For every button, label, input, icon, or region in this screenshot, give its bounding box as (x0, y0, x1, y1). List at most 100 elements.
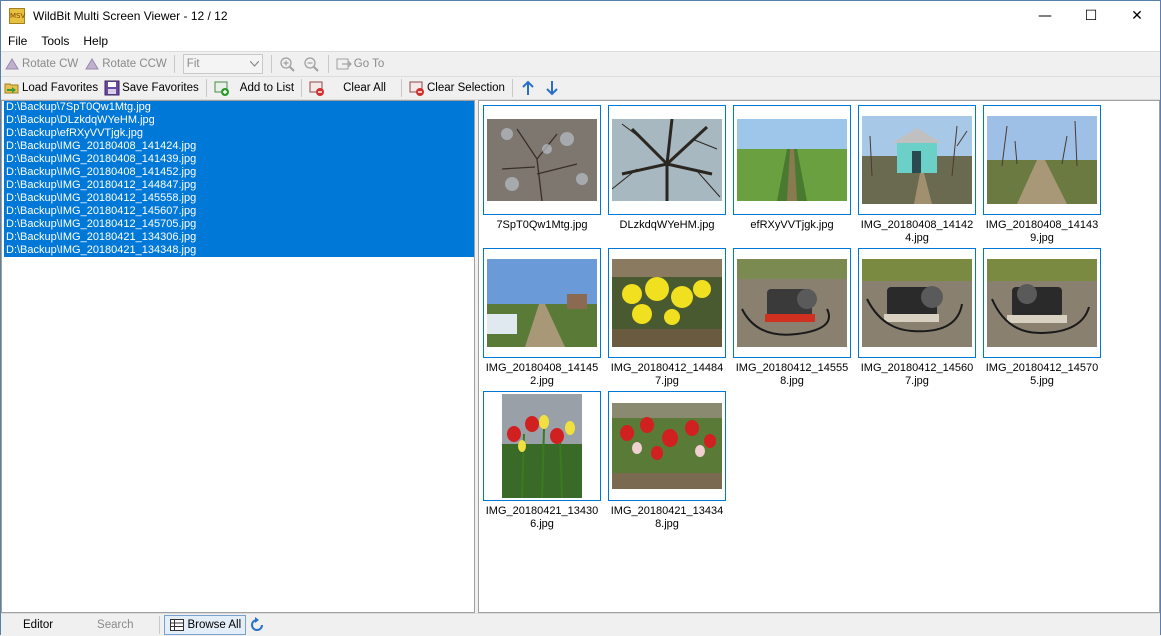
thumbnail-label: IMG_20180412_145705.jpg (985, 362, 1099, 387)
thumbnail-image[interactable] (733, 105, 851, 215)
thumbnail-label: IMG_20180408_141452.jpg (485, 362, 599, 387)
menu-tools[interactable]: Tools (34, 34, 76, 48)
move-down-button[interactable] (541, 77, 565, 99)
thumbnail-item[interactable]: efRXyVVTjgk.jpg (733, 105, 851, 232)
toolbar-separator (159, 615, 161, 634)
app-window: MSV WildBit Multi Screen Viewer - 12 / 1… (0, 0, 1161, 635)
thumbnail-item[interactable]: IMG_20180412_145558.jpg (733, 248, 851, 388)
rotate-ccw-button[interactable]: Rotate CCW (81, 53, 170, 75)
tree-branches-photo (612, 119, 722, 201)
dirt-road-photo (487, 259, 597, 347)
go-to-button[interactable]: Go To (333, 53, 387, 75)
thumbnail-label: efRXyVVTjgk.jpg (750, 219, 834, 231)
list-item[interactable]: D:\Backup\IMG_20180412_145607.jpg (4, 205, 474, 218)
thumbnail-image[interactable] (858, 105, 976, 215)
zoom-out-button[interactable] (300, 53, 324, 75)
thumbnail-label: IMG_20180412_145607.jpg (860, 362, 974, 387)
thumbnail-label: IMG_20180408_141439.jpg (985, 219, 1099, 244)
zoom-in-button[interactable] (276, 53, 300, 75)
thumbnail-image[interactable] (983, 248, 1101, 358)
thumbnail-item[interactable]: IMG_20180412_144847.jpg (608, 248, 726, 388)
tab-search[interactable]: Search (75, 615, 155, 635)
list-item[interactable]: D:\Backup\IMG_20180421_134348.jpg (4, 244, 474, 257)
thumbnail-image[interactable] (483, 248, 601, 358)
file-list-pane[interactable]: D:\Backup\7SpT0Qw1Mtg.jpg D:\Backup\DLzk… (1, 100, 475, 613)
thumbnail-item[interactable]: IMG_20180412_145705.jpg (983, 248, 1101, 388)
thumbnail-item[interactable]: IMG_20180412_145607.jpg (858, 248, 976, 388)
toolbar-separator (173, 55, 175, 73)
app-logo-icon: MSV (9, 8, 25, 24)
list-item[interactable]: D:\Backup\IMG_20180408_141424.jpg (4, 140, 474, 153)
add-to-list-label: Add to List (239, 82, 295, 94)
clear-all-button[interactable]: Clear All (306, 77, 389, 99)
rotate-cw-button[interactable]: Rotate CW (1, 53, 81, 75)
thumbnail-item[interactable]: DLzkdqWYeHM.jpg (608, 105, 726, 232)
thumbnail-label: DLzkdqWYeHM.jpg (619, 219, 715, 231)
minimize-icon: — (1038, 8, 1052, 24)
list-item[interactable]: D:\Backup\DLzkdqWYeHM.jpg (4, 114, 474, 127)
yellow-flowers-photo (612, 259, 722, 347)
move-up-button[interactable] (517, 77, 541, 99)
thumbnail-image[interactable] (483, 105, 601, 215)
thumbnail-item[interactable]: IMG_20180408_141439.jpg (983, 105, 1101, 245)
thumbnail-image[interactable] (983, 105, 1101, 215)
thumbnail-item[interactable]: IMG_20180408_141452.jpg (483, 248, 601, 388)
tab-browse-all[interactable]: Browse All (164, 614, 247, 635)
green-field-photo (737, 119, 847, 201)
add-to-list-button[interactable]: Add to List (211, 77, 297, 99)
arrow-down-icon (544, 80, 560, 96)
file-list: D:\Backup\7SpT0Qw1Mtg.jpg D:\Backup\DLzk… (4, 101, 474, 257)
save-favorites-label: Save Favorites (122, 82, 199, 94)
rotate-cw-icon (4, 56, 20, 72)
tulips-photo (502, 394, 582, 498)
save-icon (104, 80, 120, 96)
menu-help[interactable]: Help (76, 34, 115, 48)
list-item[interactable]: D:\Backup\IMG_20180421_134306.jpg (4, 231, 474, 244)
maximize-icon: ☐ (1084, 8, 1098, 24)
list-item[interactable]: D:\Backup\7SpT0Qw1Mtg.jpg (4, 101, 474, 114)
thumbnail-grid: 7SpT0Qw1Mtg.jpg DLzkdqWYeHM.jpg efRXyVVT… (478, 100, 1160, 613)
tab-editor[interactable]: Editor (1, 615, 75, 635)
view-toolbar: Rotate CW Rotate CCW Fit Go To (1, 51, 1160, 76)
list-item[interactable]: D:\Backup\IMG_20180412_145705.jpg (4, 218, 474, 231)
pump-photo (862, 259, 972, 347)
maximize-button[interactable]: ☐ (1068, 1, 1114, 31)
refresh-button[interactable] (246, 614, 270, 636)
thumbnail-image[interactable] (858, 248, 976, 358)
menu-file[interactable]: File (1, 34, 34, 48)
thumbnail-image[interactable] (483, 391, 601, 501)
thumbnail-item[interactable]: 7SpT0Qw1Mtg.jpg (483, 105, 601, 232)
list-item[interactable]: D:\Backup\efRXyVVTjgk.jpg (4, 127, 474, 140)
toolbar-separator (511, 79, 513, 97)
thumbnail-item[interactable]: IMG_20180408_141424.jpg (858, 105, 976, 245)
thumbnail-label: 7SpT0Qw1Mtg.jpg (496, 219, 588, 231)
thumbnail-image[interactable] (733, 248, 851, 358)
window-title: WildBit Multi Screen Viewer - 12 / 12 (33, 9, 228, 23)
clear-selection-button[interactable]: Clear Selection (406, 77, 508, 99)
load-favorites-label: Load Favorites (22, 82, 99, 94)
minimize-button[interactable]: — (1022, 1, 1068, 31)
list-item[interactable]: D:\Backup\IMG_20180408_141452.jpg (4, 166, 474, 179)
house-photo (862, 116, 972, 204)
thumbnail-item[interactable]: IMG_20180421_134306.jpg (483, 391, 601, 531)
add-image-icon (214, 80, 230, 96)
zoom-select-value: Fit (186, 58, 200, 70)
pump-photo (987, 259, 1097, 347)
save-favorites-button[interactable]: Save Favorites (101, 77, 202, 99)
thumbnail-image[interactable] (608, 391, 726, 501)
grid-icon (169, 617, 185, 633)
toolbar-separator (301, 79, 303, 97)
go-to-label: Go To (353, 58, 385, 70)
list-item[interactable]: D:\Backup\IMG_20180408_141439.jpg (4, 153, 474, 166)
toolbar-separator (400, 79, 402, 97)
load-favorites-button[interactable]: Load Favorites (1, 77, 101, 99)
list-item[interactable]: D:\Backup\IMG_20180412_144847.jpg (4, 179, 474, 192)
thumbnail-image[interactable] (608, 105, 726, 215)
thumbnail-label: IMG_20180421_134348.jpg (610, 505, 724, 530)
thumbnail-item[interactable]: IMG_20180421_134348.jpg (608, 391, 726, 531)
close-button[interactable]: ✕ (1114, 1, 1160, 31)
thumbnail-label: IMG_20180421_134306.jpg (485, 505, 599, 530)
zoom-select[interactable]: Fit (182, 54, 263, 74)
list-item[interactable]: D:\Backup\IMG_20180412_145558.jpg (4, 192, 474, 205)
thumbnail-image[interactable] (608, 248, 726, 358)
